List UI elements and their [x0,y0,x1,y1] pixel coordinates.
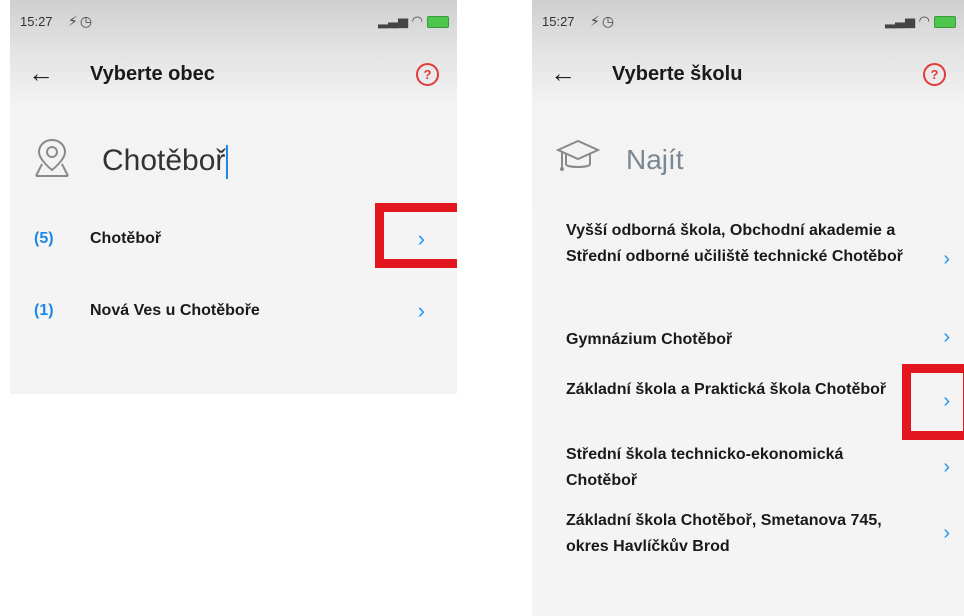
chevron-right-icon[interactable]: › [943,248,950,271]
help-icon[interactable]: ? [923,63,946,86]
school-name: Střední škola technicko-ekonomická Chotě… [566,446,844,489]
text-caret [226,145,229,180]
notification-icons: ⚡◷ [68,13,95,29]
battery-icon [934,15,956,28]
search-input-placeholder[interactable]: Najít [626,144,684,176]
result-count: (5) [34,230,54,247]
system-icons: ▂▃▅ ◠ [378,13,449,29]
village-select-screen: 15:27 ⚡◷ ▂▃▅ ◠ ← Vyberte obec ? Chotěboř… [10,0,457,616]
result-name: Chotěboř [90,230,162,247]
app-bar: 15:27 ⚡◷ ▂▃▅ ◠ ← Vyberte obec ? [10,0,457,106]
back-arrow-icon[interactable]: ← [28,60,54,86]
chevron-right-icon[interactable]: › [943,456,950,479]
help-icon[interactable]: ? [416,63,439,86]
search-area[interactable]: Najít [532,106,964,204]
battery-icon [427,15,449,28]
map-pin-icon [35,138,69,177]
page-title: Vyberte obec [90,63,215,85]
list-item[interactable]: (1) Nová Ves u Chotěboře › [10,284,457,344]
highlight-box [375,203,457,268]
page-title: Vyberte školu [612,63,743,85]
notification-icons: ⚡◷ [590,13,617,29]
school-name: Gymnázium Chotěboř [566,331,733,348]
back-arrow-icon[interactable]: ← [550,60,576,86]
search-area[interactable]: Chotěboř [10,106,457,204]
school-name: Vyšší odborná škola, Obchodní akademie a… [566,222,903,265]
search-input-value: Chotěboř [102,144,226,177]
system-icons: ▂▃▅ ◠ [885,13,956,29]
school-name: Základní škola Chotěboř, Smetanova 745, … [566,512,882,555]
result-count: (1) [34,302,54,319]
result-name: Nová Ves u Chotěboře [90,302,260,319]
status-bar: 15:27 ⚡◷ ▂▃▅ ◠ [10,13,457,34]
chevron-right-icon[interactable]: › [943,326,950,349]
highlight-box [902,364,964,440]
chevron-right-icon[interactable]: › [418,298,425,324]
graduation-cap-icon [555,139,601,171]
school-select-screen: 15:27 ⚡◷ ▂▃▅ ◠ ← Vyberte školu ? Najít V… [532,0,964,616]
search-input[interactable]: Chotěboř [102,144,229,180]
school-name: Základní škola a Praktická škola Chotěbo… [566,381,887,398]
chevron-right-icon[interactable]: › [943,522,950,545]
status-time: 15:27 [20,14,53,29]
school-list: Vyšší odborná škola, Obchodní akademie a… [532,204,964,616]
status-time: 15:27 [542,14,575,29]
app-bar: 15:27 ⚡◷ ▂▃▅ ◠ ← Vyberte školu ? [532,0,964,106]
status-bar: 15:27 ⚡◷ ▂▃▅ ◠ [532,13,964,34]
